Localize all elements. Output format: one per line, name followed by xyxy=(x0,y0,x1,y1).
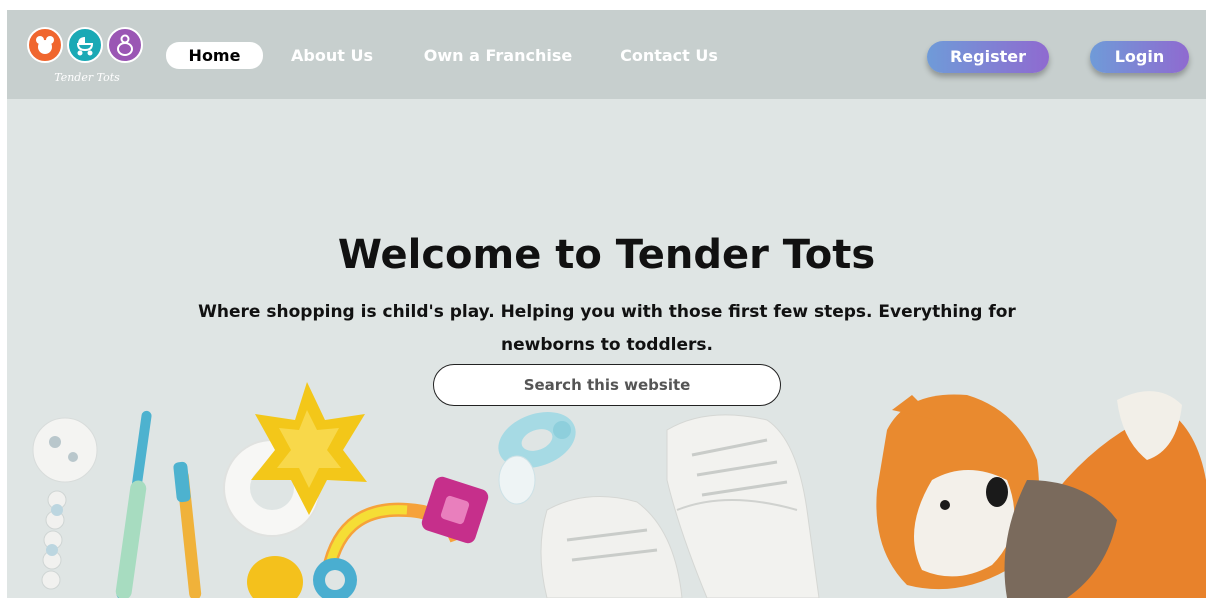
teddy-bear-icon xyxy=(27,27,63,63)
hero-title: Welcome to Tender Tots xyxy=(337,232,876,278)
nav-own-a-franchise[interactable]: Own a Franchise xyxy=(417,42,579,69)
hero-subtitle: Where shopping is child's play. Helping … xyxy=(198,302,1016,355)
pacifier-icon xyxy=(107,27,143,63)
nav-home[interactable]: Home xyxy=(166,42,263,69)
search-input[interactable]: Search this website xyxy=(433,364,781,406)
brand-name: Tender Tots xyxy=(54,71,120,84)
nav-about-us[interactable]: About Us xyxy=(279,42,385,69)
brand-logo[interactable]: Tender Tots xyxy=(27,27,147,89)
login-button[interactable]: Login xyxy=(1090,41,1189,73)
navbar: Tender Tots Home About Us Own a Franchis… xyxy=(7,10,1206,99)
page-frame: Tender Tots Home About Us Own a Franchis… xyxy=(7,10,1206,598)
register-button[interactable]: Register xyxy=(927,41,1049,73)
baby-stroller-icon xyxy=(67,27,103,63)
nav-contact-us[interactable]: Contact Us xyxy=(613,42,725,69)
